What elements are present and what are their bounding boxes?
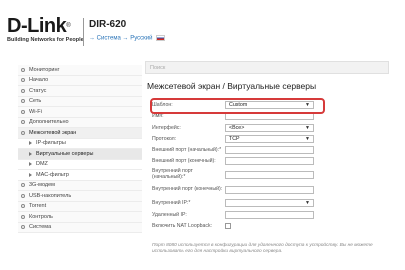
sidebar-item-label: USB-накопитель bbox=[29, 192, 72, 199]
protocol-select-value: TCP bbox=[229, 135, 240, 142]
sidebar-item-torrent[interactable]: Torrent bbox=[18, 201, 142, 212]
dlink-logo[interactable]: D-Link® Building Networks for People bbox=[7, 16, 84, 43]
int-port-start-input[interactable] bbox=[225, 170, 314, 179]
ext-port-end-label: Внешний порт (конечный): bbox=[152, 158, 216, 165]
template-highlight-frame bbox=[150, 98, 325, 114]
interface-select[interactable]: <Все> ▼ bbox=[225, 123, 314, 132]
page-title: Межсетевой экран / Виртуальные серверы bbox=[147, 81, 317, 91]
bullet-icon bbox=[21, 225, 25, 230]
dropdown-arrow-icon: ▼ bbox=[305, 124, 310, 131]
sidebar-item-network[interactable]: Сеть bbox=[18, 96, 142, 107]
sidebar-item-label: Сеть bbox=[29, 98, 42, 105]
sidebar-item-label: Torrent bbox=[29, 203, 47, 210]
sidebar-item-label: DMZ bbox=[36, 161, 48, 168]
sidebar-item-label: Межсетевой экран bbox=[29, 129, 77, 136]
remote-ip-label: Удаленный IP: bbox=[152, 211, 187, 218]
bullet-icon bbox=[21, 88, 25, 93]
ext-port-start-label: Внешний порт (начальный):* bbox=[152, 147, 222, 154]
protocol-select[interactable]: TCP ▼ bbox=[225, 134, 314, 143]
sidebar-item-wifi[interactable]: Wi-Fi bbox=[18, 107, 142, 118]
sidebar-item-3g-modem[interactable]: 3G-модем bbox=[18, 180, 142, 191]
sidebar-item-usb-storage[interactable]: USB-накопитель bbox=[18, 191, 142, 202]
protocol-label: Протокол: bbox=[152, 135, 177, 142]
sidebar-item-label: MAC-фильтр bbox=[36, 171, 69, 178]
chevron-right-icon bbox=[29, 162, 32, 167]
sidebar-item-advanced[interactable]: Дополнительно bbox=[18, 117, 142, 128]
bullet-icon bbox=[21, 204, 25, 209]
int-port-start-row: Внутренний порт (начальный):* bbox=[145, 168, 389, 182]
nat-loopback-row: Включить NAT Loopback: bbox=[145, 221, 389, 231]
breadcrumb-arrow: → bbox=[122, 35, 129, 42]
interface-label: Интерфейс: bbox=[152, 124, 181, 131]
sidebar-item-label: Система bbox=[29, 224, 52, 231]
interface-row: Интерфейс: <Все> ▼ bbox=[145, 123, 389, 133]
sidebar: Мониторинг Начало Статус Сеть Wi-Fi Допо… bbox=[18, 65, 142, 233]
int-port-end-label: Внутренний порт (конечный): bbox=[152, 186, 223, 193]
header-divider bbox=[83, 18, 84, 46]
sidebar-item-start[interactable]: Начало bbox=[18, 75, 142, 86]
bullet-icon bbox=[21, 78, 25, 83]
dropdown-arrow-icon: ▼ bbox=[305, 200, 310, 207]
bullet-icon bbox=[21, 193, 25, 198]
breadcrumb-system-link[interactable]: Система bbox=[97, 36, 121, 42]
bullet-icon bbox=[21, 99, 25, 104]
interface-select-value: <Все> bbox=[229, 124, 245, 131]
nat-loopback-label: Включить NAT Loopback: bbox=[152, 222, 212, 229]
name-label: Имя: bbox=[152, 113, 164, 120]
int-port-end-row: Внутренний порт (конечный): bbox=[145, 183, 389, 197]
port-note: Порт 8080 используется в конфигурации дл… bbox=[152, 243, 373, 254]
sidebar-item-label: Дополнительно bbox=[29, 119, 69, 126]
bullet-icon bbox=[21, 120, 25, 125]
ext-port-end-input[interactable] bbox=[225, 157, 314, 166]
sidebar-subitem-virtual-servers[interactable]: Виртуальные серверы bbox=[18, 149, 142, 160]
bullet-icon bbox=[21, 183, 25, 188]
sidebar-item-control[interactable]: Контроль bbox=[18, 212, 142, 223]
sidebar-item-label: 3G-модем bbox=[29, 182, 55, 189]
int-port-start-label: Внутренний порт (начальный):* bbox=[152, 168, 193, 180]
bullet-icon bbox=[21, 67, 25, 72]
remote-ip-input[interactable] bbox=[225, 210, 314, 219]
header: D-Link® Building Networks for People DIR… bbox=[0, 0, 405, 58]
sidebar-item-label: Статус bbox=[29, 87, 47, 94]
language-link[interactable]: Русский bbox=[130, 36, 152, 42]
remote-ip-row: Удаленный IP: bbox=[145, 210, 389, 220]
sidebar-item-label: Мониторинг bbox=[29, 66, 60, 73]
internal-ip-label: Внутренний IP:* bbox=[152, 200, 191, 207]
russia-flag-icon[interactable] bbox=[156, 35, 166, 41]
sidebar-item-system[interactable]: Система bbox=[18, 222, 142, 233]
internal-ip-select[interactable]: ▼ bbox=[225, 199, 314, 208]
int-port-end-input[interactable] bbox=[225, 186, 314, 195]
nat-loopback-checkbox[interactable] bbox=[225, 222, 231, 229]
sidebar-item-label: Начало bbox=[29, 77, 49, 84]
sidebar-item-status[interactable]: Статус bbox=[18, 86, 142, 97]
breadcrumb: → Система → Русский bbox=[89, 35, 166, 42]
ext-port-start-row: Внешний порт (начальный):* bbox=[145, 145, 389, 155]
search-input[interactable]: Поиск bbox=[145, 61, 389, 74]
device-model: DIR-620 bbox=[89, 19, 127, 30]
bullet-icon bbox=[21, 130, 25, 135]
sidebar-item-label: IP-фильтры bbox=[36, 140, 66, 147]
protocol-row: Протокол: TCP ▼ bbox=[145, 134, 389, 144]
sidebar-item-firewall[interactable]: Межсетевой экран bbox=[18, 128, 142, 139]
sidebar-subitem-mac-filter[interactable]: MAC-фильтр bbox=[18, 170, 142, 181]
bullet-icon bbox=[21, 214, 25, 219]
sidebar-item-monitoring[interactable]: Мониторинг bbox=[18, 65, 142, 76]
dropdown-arrow-icon: ▼ bbox=[305, 135, 310, 142]
internal-ip-row: Внутренний IP:* ▼ bbox=[145, 198, 389, 208]
logo-text: D-Link bbox=[7, 15, 67, 37]
logo-tagline: Building Networks for People bbox=[7, 37, 84, 43]
sidebar-subitem-ip-filters[interactable]: IP-фильтры bbox=[18, 138, 142, 149]
virtual-server-form: Шаблон: Custom ▼ Имя: Интерфейс: <Все> ▼ П… bbox=[145, 100, 389, 231]
ext-port-end-row: Внешний порт (конечный): bbox=[145, 156, 389, 166]
chevron-right-icon bbox=[29, 151, 32, 156]
sidebar-subitem-dmz[interactable]: DMZ bbox=[18, 159, 142, 170]
sidebar-item-label: Wi-Fi bbox=[29, 108, 42, 115]
chevron-right-icon bbox=[29, 141, 32, 146]
bullet-icon bbox=[21, 109, 25, 114]
sidebar-item-label: Виртуальные серверы bbox=[36, 150, 94, 157]
chevron-right-icon bbox=[29, 172, 32, 177]
breadcrumb-arrow: → bbox=[89, 35, 95, 42]
sidebar-item-label: Контроль bbox=[29, 213, 53, 220]
ext-port-start-input[interactable] bbox=[225, 146, 314, 155]
